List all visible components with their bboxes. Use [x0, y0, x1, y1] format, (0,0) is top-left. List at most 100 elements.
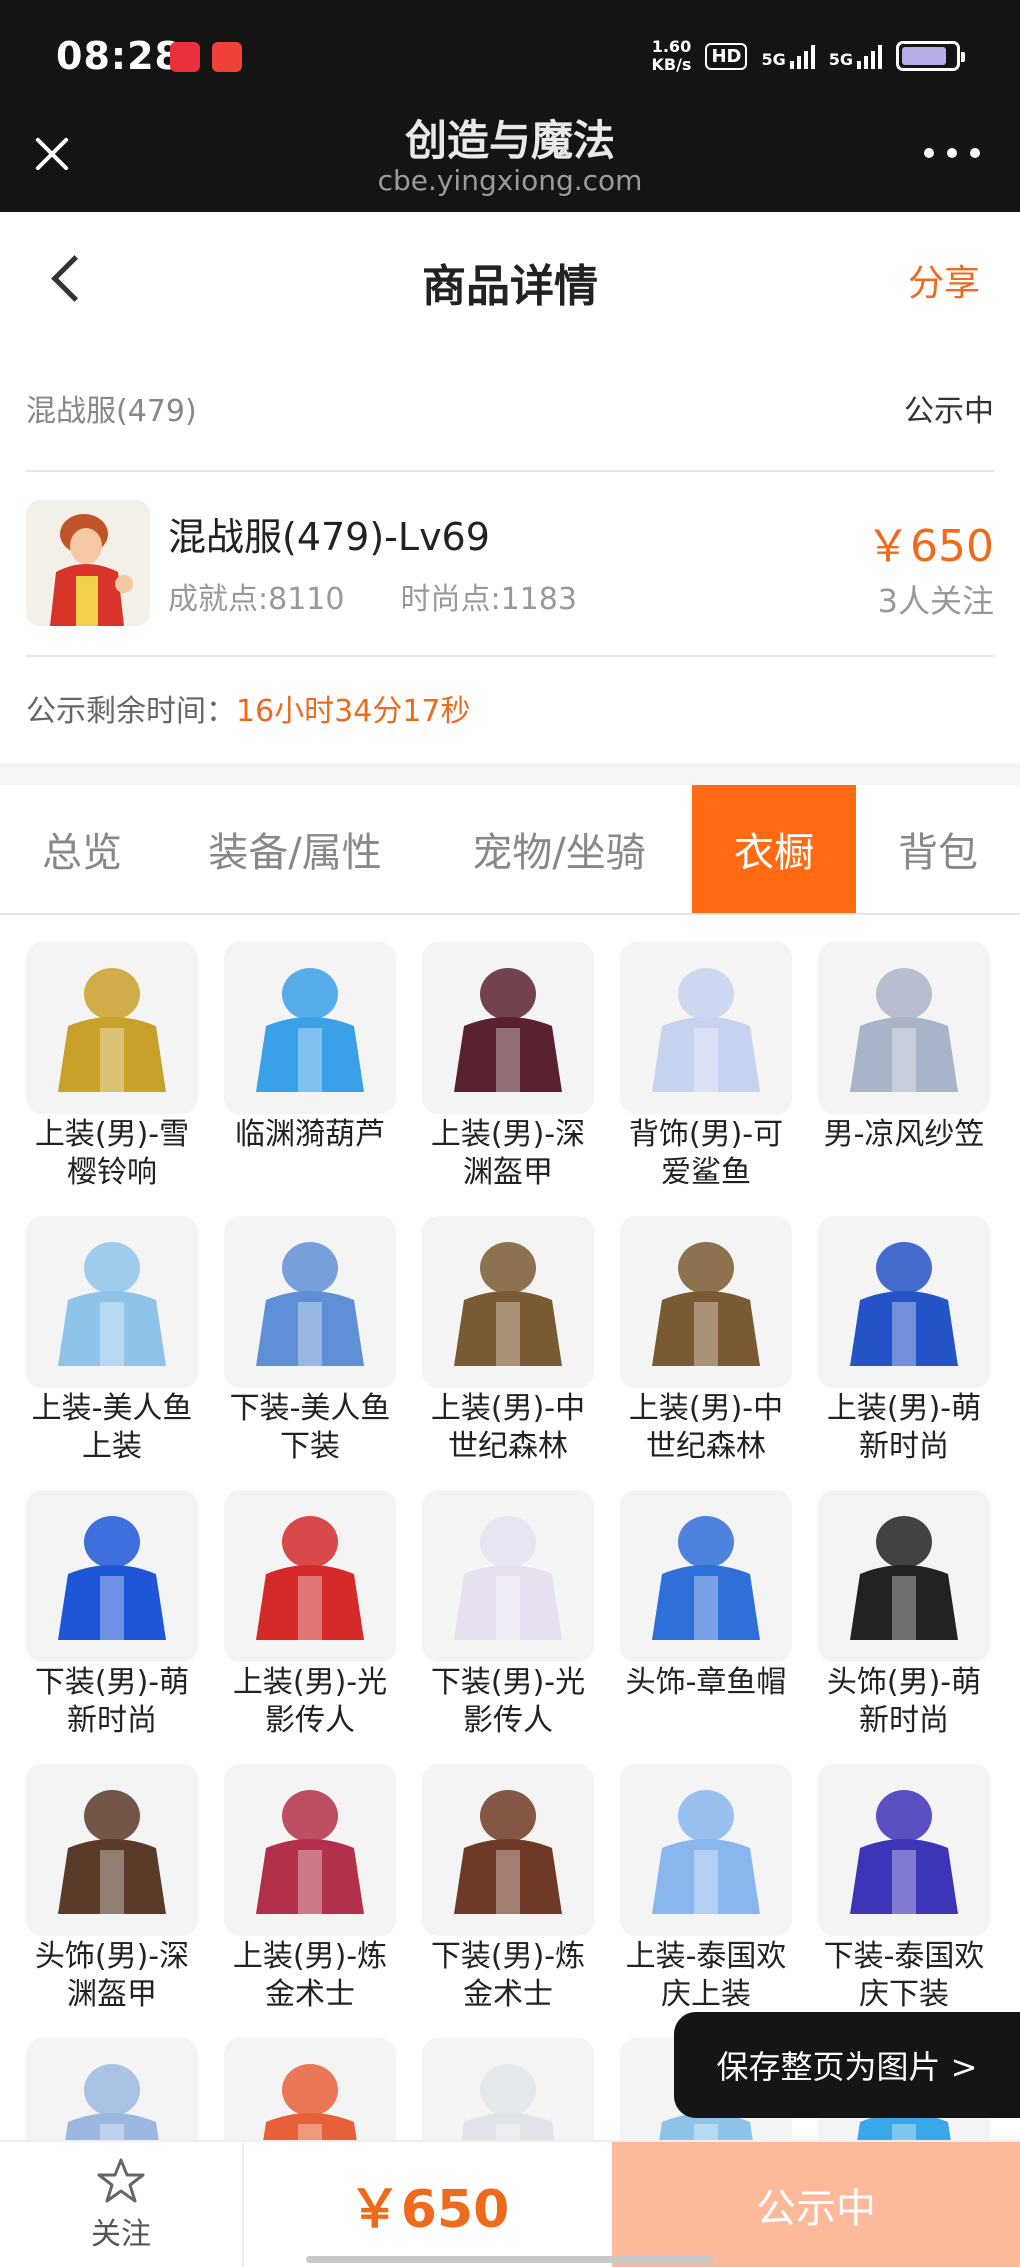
buy-status-button[interactable]: 公示中	[612, 2142, 1020, 2267]
wardrobe-item-label: 男-凉风纱笠	[823, 1117, 985, 1152]
wardrobe-item-label: 下装-美人鱼下装	[229, 1391, 391, 1464]
wardrobe-item-image	[224, 1216, 396, 1388]
listing-card[interactable]: 混战服(479)-Lv69 成就点:8110 时尚点:1183 ￥650 3人关…	[26, 500, 994, 630]
wardrobe-item[interactable]	[422, 2038, 594, 2140]
wardrobe-item[interactable]: 下装-美人鱼下装	[224, 1216, 396, 1468]
wardrobe-item-label: 上装(男)-萌新时尚	[826, 1391, 982, 1464]
wardrobe-item[interactable]	[26, 2038, 198, 2140]
wardrobe-item-image	[422, 1490, 594, 1662]
wardrobe-item-image	[26, 1490, 198, 1662]
wardrobe-item-image	[26, 1764, 198, 1936]
bottom-bar: 关注 ￥650 公示中	[0, 2140, 1020, 2267]
item-price: ￥650	[866, 521, 994, 572]
wardrobe-item[interactable]	[224, 2038, 396, 2140]
follow-button[interactable]: 关注	[0, 2142, 244, 2267]
tab-bag[interactable]: 背包	[856, 785, 1020, 913]
remaining-time: 公示剩余时间：16小时34分17秒	[26, 686, 471, 730]
net-speed-value: 1.60	[651, 37, 692, 56]
wardrobe-item-label: 上装(男)-中世纪森林	[628, 1391, 784, 1464]
wardrobe-item[interactable]: 头饰-章鱼帽	[620, 1490, 792, 1742]
remaining-time-label: 公示剩余时间：	[26, 694, 236, 729]
wardrobe-item-image	[224, 1490, 396, 1662]
page-header: 商品详情 分享	[0, 212, 1020, 347]
watcher-count: 3人关注	[877, 582, 994, 620]
battery-icon	[896, 41, 965, 71]
wardrobe-item[interactable]: 上装-泰国欢庆上装	[620, 1764, 792, 2016]
follow-label: 关注	[91, 2216, 151, 2252]
server-row: 混战服(479) 公示中	[26, 378, 994, 438]
wardrobe-item-image	[818, 1216, 990, 1388]
signal-label-1: 5G	[761, 50, 786, 69]
wardrobe-item-image	[620, 1216, 792, 1388]
wardrobe-item-label: 上装(男)-中世纪森林	[430, 1391, 586, 1464]
wardrobe-item-label: 头饰(男)-深渊盔甲	[34, 1939, 190, 2012]
wardrobe-item[interactable]: 下装-泰国欢庆下装	[818, 1764, 990, 2016]
wardrobe-item-image	[620, 1490, 792, 1662]
battery-level	[902, 47, 947, 65]
wardrobe-item-image	[422, 2038, 594, 2140]
wardrobe-item[interactable]: 下装(男)-光影传人	[422, 1490, 594, 1742]
wardrobe-item-label: 下装(男)-萌新时尚	[34, 1665, 190, 1738]
tab-overview[interactable]: 总览	[0, 785, 164, 913]
status-bar: 08:28 1.60 KB/s HD 5G 5G	[0, 0, 1020, 112]
achievement-points: 成就点:8110	[168, 582, 345, 617]
server-name: 混战服(479)	[26, 394, 197, 429]
tab-equipment[interactable]: 装备/属性	[164, 785, 426, 913]
divider	[26, 470, 994, 472]
signal-icon	[857, 43, 882, 69]
more-icon[interactable]	[924, 148, 980, 160]
wardrobe-item-label: 下装(男)-炼金术士	[430, 1939, 586, 2012]
fashion-points: 时尚点:1183	[400, 582, 577, 617]
wardrobe-item-image	[818, 1764, 990, 1936]
wardrobe-item[interactable]: 头饰(男)-萌新时尚	[818, 1490, 990, 1742]
share-button[interactable]: 分享	[908, 254, 980, 306]
star-icon	[97, 2158, 145, 2202]
browser-title-bar: 创造与魔法 cbe.yingxiong.com	[0, 112, 1020, 212]
wardrobe-item[interactable]: 上装(男)-中世纪森林	[422, 1216, 594, 1468]
wardrobe-item[interactable]: 上装(男)-中世纪森林	[620, 1216, 792, 1468]
wardrobe-item-image	[818, 942, 990, 1114]
wardrobe-item-label: 上装-美人鱼上装	[31, 1391, 193, 1464]
wardrobe-item-image	[26, 2038, 198, 2140]
page-title: 商品详情	[422, 261, 598, 312]
wardrobe-item[interactable]: 背饰(男)-可爱鲨鱼	[620, 942, 792, 1194]
listing-status: 公示中	[904, 394, 994, 429]
item-stats: 成就点:8110 时尚点:1183	[168, 574, 577, 618]
wardrobe-item[interactable]: 下装(男)-炼金术士	[422, 1764, 594, 2016]
wardrobe-item-image	[422, 1216, 594, 1388]
net-speed-unit: KB/s	[651, 55, 692, 74]
wardrobe-item[interactable]: 头饰(男)-深渊盔甲	[26, 1764, 198, 2016]
divider	[26, 655, 994, 657]
wardrobe-item[interactable]: 上装(男)-萌新时尚	[818, 1216, 990, 1468]
save-page-image-button[interactable]: 保存整页为图片 >	[674, 2012, 1020, 2118]
browser-url: cbe.yingxiong.com	[377, 164, 643, 197]
wardrobe-item-image	[422, 1764, 594, 1936]
wardrobe-item-label: 临渊漪葫芦	[235, 1117, 385, 1152]
wardrobe-item-label: 头饰(男)-萌新时尚	[826, 1665, 982, 1738]
video-app-icon	[212, 42, 242, 72]
wardrobe-item-label: 下装(男)-光影传人	[430, 1665, 586, 1738]
wardrobe-item[interactable]: 上装(男)-光影传人	[224, 1490, 396, 1742]
wardrobe-item[interactable]: 上装-美人鱼上装	[26, 1216, 198, 1468]
wardrobe-item-label: 上装(男)-雪樱铃响	[34, 1117, 190, 1190]
wardrobe-item[interactable]: 上装(男)-雪樱铃响	[26, 942, 198, 1194]
wardrobe-item-image	[26, 1216, 198, 1388]
browser-title: 创造与魔法	[404, 116, 615, 165]
wardrobe-item-image	[620, 942, 792, 1114]
tab-pets[interactable]: 宠物/坐骑	[426, 785, 692, 913]
signal-5g-1: 5G	[761, 43, 815, 69]
wardrobe-item[interactable]: 上装(男)-深渊盔甲	[422, 942, 594, 1194]
wardrobe-item[interactable]: 下装(男)-萌新时尚	[26, 1490, 198, 1742]
remaining-time-value: 16小时34分17秒	[236, 694, 471, 729]
wardrobe-item[interactable]: 男-凉风纱笠	[818, 942, 990, 1194]
wardrobe-item-image	[26, 942, 198, 1114]
wardrobe-item-image	[422, 942, 594, 1114]
character-avatar	[26, 500, 150, 626]
wardrobe-item[interactable]: 临渊漪葫芦	[224, 942, 396, 1194]
wardrobe-item[interactable]: 上装(男)-炼金术士	[224, 1764, 396, 2016]
signal-label-2: 5G	[828, 50, 853, 69]
clock: 08:28	[56, 34, 182, 78]
detail-tabs: 总览 装备/属性 宠物/坐骑 衣橱 背包	[0, 785, 1020, 915]
tab-wardrobe[interactable]: 衣橱	[692, 785, 856, 913]
xiaohongshu-icon	[170, 42, 200, 72]
